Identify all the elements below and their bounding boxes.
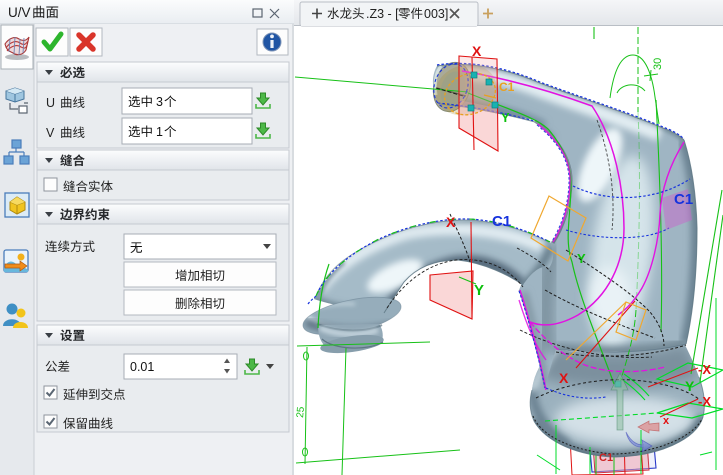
svg-text:C1: C1 (599, 452, 613, 464)
svg-text:C1: C1 (499, 80, 515, 94)
svg-text:0.01: 0.01 (130, 360, 154, 374)
svg-text:-X: -X (698, 362, 711, 377)
svg-text:-X: -X (698, 394, 711, 409)
svg-text:X: X (472, 43, 482, 59)
svg-text:C1: C1 (492, 213, 511, 230)
svg-text:U/V: U/V (8, 5, 31, 20)
svg-text:25: 25 (295, 406, 307, 418)
svg-text:X: X (446, 214, 456, 230)
svg-text:Y: Y (577, 251, 586, 266)
svg-text:Y: Y (501, 110, 510, 125)
svg-text:C1: C1 (674, 191, 693, 208)
svg-text:003]: 003] (424, 7, 448, 21)
svg-text:U: U (46, 96, 55, 110)
svg-text:.Z3 - [: .Z3 - [ (366, 7, 399, 21)
svg-text:30: 30 (652, 58, 664, 70)
svg-text:Y: Y (474, 282, 484, 299)
svg-text:3: 3 (156, 95, 163, 109)
svg-text:V: V (46, 126, 55, 140)
svg-text:1: 1 (156, 125, 163, 139)
svg-text:x: x (663, 415, 670, 427)
svg-text:X: X (559, 370, 569, 386)
